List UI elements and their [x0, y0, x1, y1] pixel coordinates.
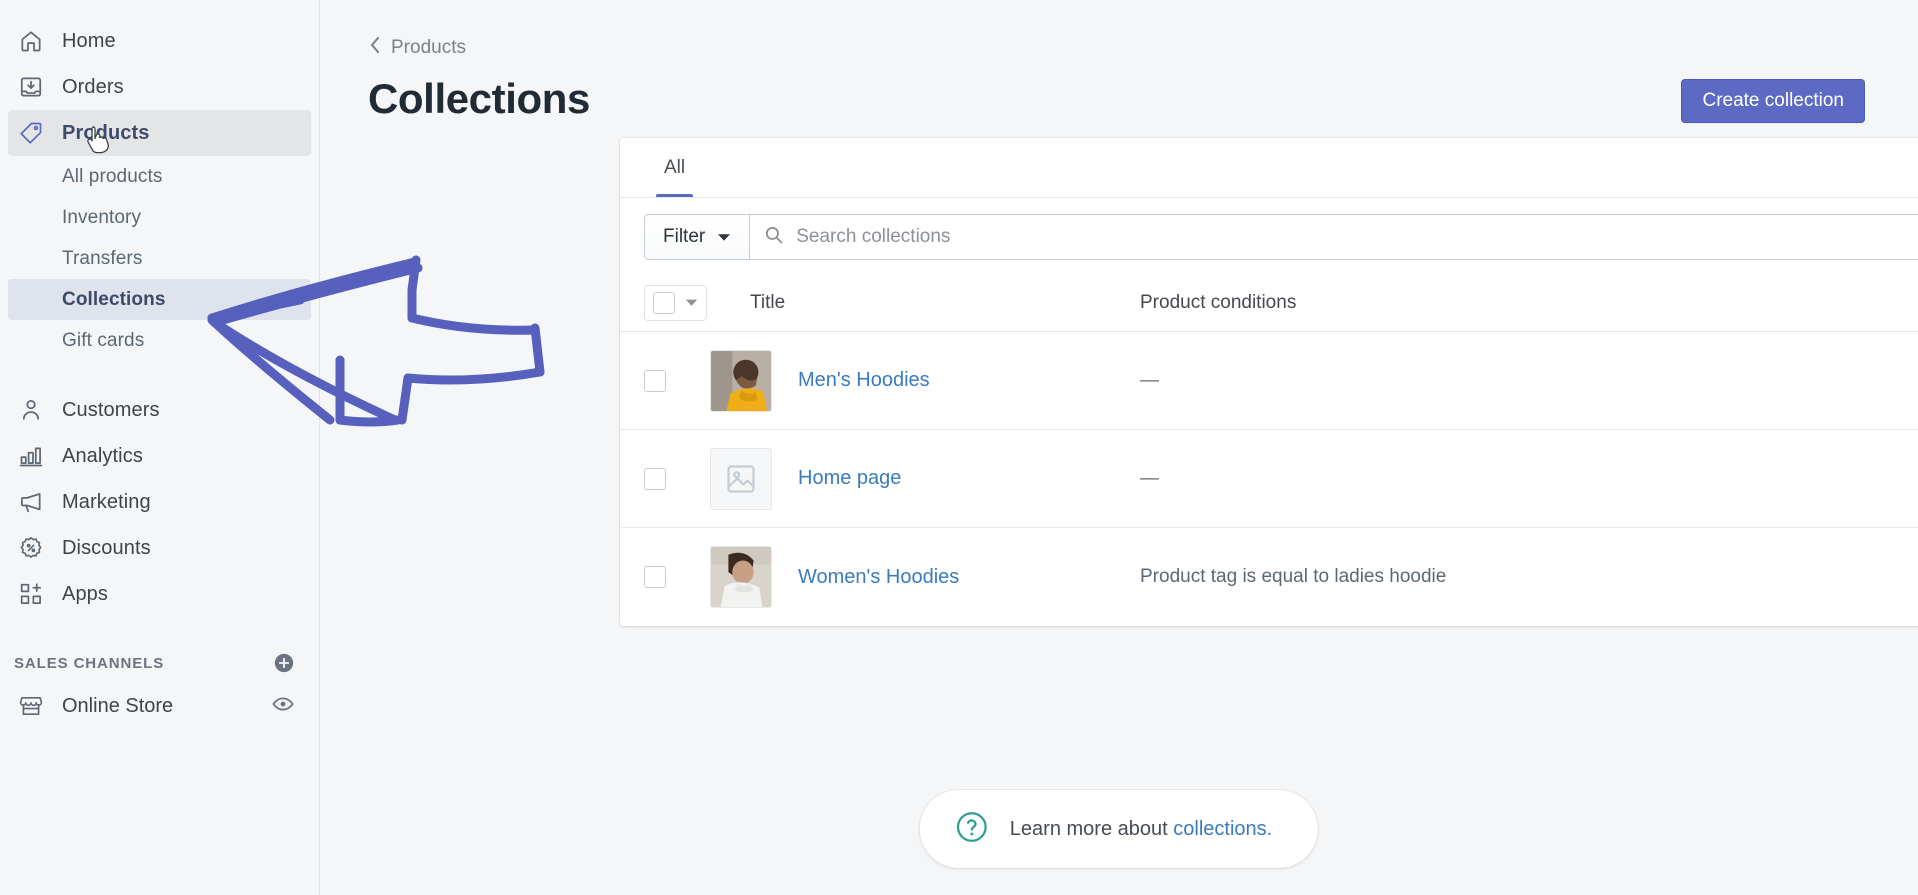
- tab-all[interactable]: All: [638, 138, 711, 197]
- sidebar-subitem-label: Transfers: [62, 248, 142, 270]
- chevron-down-icon[interactable]: [685, 294, 698, 312]
- collection-thumbnail: [710, 546, 772, 608]
- sidebar-item-apps[interactable]: Apps: [8, 571, 311, 617]
- sidebar-item-customers[interactable]: Customers: [8, 387, 311, 433]
- collection-title-link[interactable]: Home page: [798, 467, 901, 490]
- row-select-cell: [644, 468, 710, 490]
- create-collection-button[interactable]: Create collection: [1681, 79, 1865, 123]
- page-header: Products Collections Create collection: [320, 0, 1918, 123]
- filter-label: Filter: [663, 226, 705, 248]
- collection-title-link[interactable]: Men's Hoodies: [798, 369, 930, 392]
- customer-icon: [14, 395, 48, 425]
- sidebar-item-label: Marketing: [62, 491, 151, 514]
- row-title-cell: Women's Hoodies: [710, 546, 1140, 608]
- sidebar-item-label: Discounts: [62, 537, 151, 560]
- orders-icon: [14, 72, 48, 102]
- sidebar-item-marketing[interactable]: Marketing: [8, 479, 311, 525]
- filter-button[interactable]: Filter: [644, 214, 749, 260]
- row-select-cell: [644, 370, 710, 392]
- row-conditions: —: [1140, 370, 1918, 392]
- filter-bar: Filter: [620, 198, 1918, 274]
- online-store-left: Online Store: [14, 691, 173, 721]
- sidebar-item-inventory[interactable]: Inventory: [8, 197, 311, 238]
- breadcrumb[interactable]: Products: [368, 36, 1918, 59]
- search-input[interactable]: [796, 216, 1918, 258]
- tab-label: All: [664, 157, 685, 179]
- row-checkbox[interactable]: [644, 370, 666, 392]
- chevron-left-icon: [368, 36, 382, 59]
- sidebar-item-label: Orders: [62, 76, 124, 99]
- megaphone-icon: [14, 487, 48, 517]
- row-title-cell: Home page: [710, 448, 1140, 510]
- sidebar-subitem-label: All products: [62, 166, 162, 188]
- analytics-bars-icon: [14, 441, 48, 471]
- storefront-icon: [14, 691, 48, 721]
- row-checkbox[interactable]: [644, 468, 666, 490]
- sidebar-item-orders[interactable]: Orders: [8, 64, 311, 110]
- plus-circle-icon[interactable]: [273, 652, 295, 674]
- table-row[interactable]: Home page —: [620, 430, 1918, 528]
- sidebar-spacer-2: [0, 617, 319, 643]
- apps-grid-plus-icon: [14, 579, 48, 609]
- row-select-cell: [644, 566, 710, 588]
- collection-thumbnail: [710, 350, 772, 412]
- discount-badge-icon: [14, 533, 48, 563]
- placeholder-image-icon: [710, 448, 772, 510]
- products-tag-icon: [14, 118, 48, 148]
- column-header-title: Title: [710, 292, 1140, 314]
- learn-more-text: Learn more about collections.: [1010, 818, 1272, 841]
- breadcrumb-label: Products: [391, 37, 466, 59]
- sidebar: Home Orders Products All produ: [0, 0, 320, 895]
- column-header-conditions: Product conditions: [1140, 292, 1918, 314]
- row-conditions: —: [1140, 468, 1918, 490]
- app-root: Home Orders Products All produ: [0, 0, 1918, 895]
- collections-card: All Filter: [620, 138, 1918, 626]
- sidebar-subitem-label: Inventory: [62, 207, 141, 229]
- table-row[interactable]: Women's Hoodies Product tag is equal to …: [620, 528, 1918, 626]
- bulk-select-control[interactable]: [644, 285, 707, 321]
- sidebar-item-label: Analytics: [62, 445, 143, 468]
- sidebar-item-online-store[interactable]: Online Store: [8, 683, 311, 729]
- home-icon: [14, 26, 48, 56]
- row-title-cell: Men's Hoodies: [710, 350, 1140, 412]
- learn-more-label: Learn more about: [1010, 818, 1168, 840]
- sidebar-item-gift-cards[interactable]: Gift cards: [8, 320, 311, 361]
- sidebar-item-label: Apps: [62, 583, 108, 606]
- sidebar-item-label: Customers: [62, 399, 160, 422]
- sidebar-item-home[interactable]: Home: [8, 18, 311, 64]
- sidebar-item-label: Online Store: [62, 695, 173, 718]
- sidebar-item-label: Home: [62, 30, 116, 53]
- search-icon: [764, 225, 784, 250]
- sidebar-item-products[interactable]: Products: [8, 110, 311, 156]
- sidebar-item-discounts[interactable]: Discounts: [8, 525, 311, 571]
- learn-more-banner: Learn more about collections.: [920, 790, 1318, 868]
- row-checkbox[interactable]: [644, 566, 666, 588]
- table-row[interactable]: Men's Hoodies —: [620, 332, 1918, 430]
- sidebar-subitem-label: Collections: [62, 289, 166, 311]
- question-circle-icon: [954, 809, 990, 850]
- tab-bar: All: [620, 138, 1918, 198]
- row-conditions: Product tag is equal to ladies hoodie: [1140, 566, 1918, 588]
- sidebar-item-transfers[interactable]: Transfers: [8, 238, 311, 279]
- main-content: Products Collections Create collection A…: [320, 0, 1918, 895]
- sidebar-spacer: [0, 361, 319, 387]
- sidebar-item-analytics[interactable]: Analytics: [8, 433, 311, 479]
- collections-link[interactable]: collections.: [1173, 818, 1272, 840]
- sidebar-item-label: Products: [62, 122, 149, 145]
- sidebar-item-collections[interactable]: Collections: [8, 279, 311, 320]
- select-all-cell: [644, 285, 710, 321]
- sales-channels-header: SALES CHANNELS: [8, 643, 311, 683]
- sidebar-item-all-products[interactable]: All products: [8, 156, 311, 197]
- eye-icon[interactable]: [271, 692, 295, 721]
- search-field-wrapper[interactable]: [749, 214, 1918, 260]
- sidebar-subitem-label: Gift cards: [62, 330, 144, 352]
- sales-channels-title: SALES CHANNELS: [14, 655, 164, 672]
- select-all-checkbox[interactable]: [653, 292, 675, 314]
- table-header-row: Title Product conditions: [620, 274, 1918, 332]
- collection-title-link[interactable]: Women's Hoodies: [798, 566, 959, 589]
- caret-down-icon: [717, 226, 731, 248]
